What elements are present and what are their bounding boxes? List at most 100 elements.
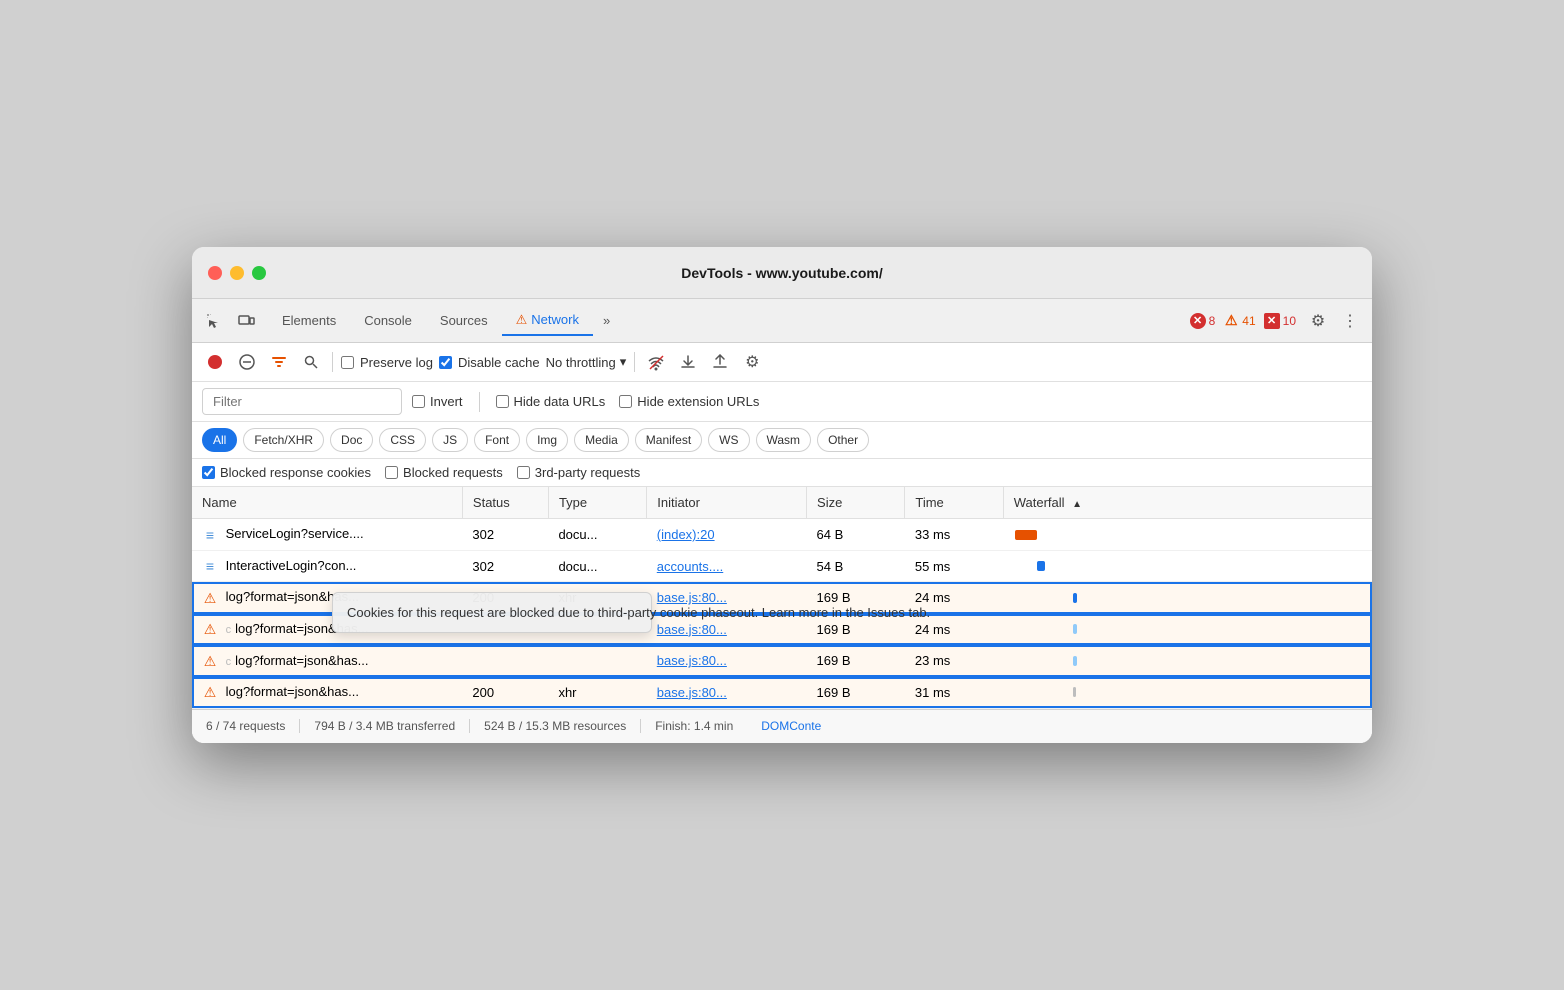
type-btn-css[interactable]: CSS [379, 428, 426, 452]
finish-time: Finish: 1.4 min [641, 719, 747, 733]
table-row[interactable]: ≡ ServiceLogin?service.... 302 docu... (… [192, 519, 1372, 551]
row-initiator[interactable]: (index):20 [647, 519, 807, 551]
row-type [548, 645, 646, 677]
tab-network[interactable]: ⚠Network [502, 306, 593, 336]
hide-data-urls-label[interactable]: Hide data URLs [496, 394, 606, 409]
filter-input-wrap [202, 388, 402, 415]
titlebar: DevTools - www.youtube.com/ [192, 247, 1372, 299]
table-row-warned[interactable]: ⚠ clog?format=json&has... base.js:80... … [192, 645, 1372, 677]
preserve-log-checkbox[interactable] [341, 356, 354, 369]
throttle-select[interactable]: No throttling ▾ [546, 354, 627, 370]
col-header-status[interactable]: Status [462, 487, 548, 519]
blocked-icon: ✕ [1264, 313, 1280, 329]
row-time: 55 ms [905, 550, 1003, 582]
row-waterfall [1003, 645, 1372, 677]
warning-icon: ⚠ [202, 622, 218, 638]
error-icon: ✕ [1190, 313, 1206, 329]
col-header-type[interactable]: Type [548, 487, 646, 519]
row-initiator[interactable]: accounts.... [647, 550, 807, 582]
row-status: 200 [462, 677, 548, 709]
cookie-block-tooltip: Cookies for this request are blocked due… [332, 592, 462, 614]
warning-icon: ⚠ [1223, 313, 1239, 329]
blocked-badge: ✕ 10 [1264, 313, 1296, 329]
export-btn[interactable] [707, 349, 733, 375]
search-btn[interactable] [298, 349, 324, 375]
error-badge: ✕ 8 [1190, 313, 1216, 329]
cursor-icon-btn[interactable] [200, 307, 228, 335]
disable-cache-checkbox[interactable] [439, 356, 452, 369]
waterfall-bar [1073, 656, 1077, 666]
type-btn-ws[interactable]: WS [708, 428, 749, 452]
col-header-name[interactable]: Name [192, 487, 462, 519]
tab-elements[interactable]: Elements [268, 307, 350, 334]
type-btn-media[interactable]: Media [574, 428, 629, 452]
tab-more[interactable]: » [593, 307, 620, 334]
blocked-requests-label[interactable]: Blocked requests [385, 465, 503, 480]
traffic-lights [208, 266, 266, 280]
type-btn-other[interactable]: Other [817, 428, 869, 452]
row-waterfall [1003, 614, 1372, 646]
table-row-warned[interactable]: ⚠ log?format=json&has... 200 xhr base.js… [192, 677, 1372, 709]
row-name: ≡ ServiceLogin?service.... [192, 519, 462, 551]
row-initiator[interactable]: base.js:80... [647, 645, 807, 677]
waterfall-bar [1073, 624, 1077, 634]
disable-cache-label[interactable]: Disable cache [439, 355, 540, 370]
warning-icon: ⚠ [202, 590, 218, 606]
maximize-button[interactable] [252, 266, 266, 280]
close-button[interactable] [208, 266, 222, 280]
preserve-log-label[interactable]: Preserve log [341, 355, 433, 370]
tab-console[interactable]: Console [350, 307, 426, 334]
type-btn-fetch-xhr[interactable]: Fetch/XHR [243, 428, 324, 452]
clear-btn[interactable] [234, 349, 260, 375]
waterfall-sort-icon: ▲ [1072, 499, 1082, 510]
blocked-cookies-checkbox[interactable] [202, 466, 215, 479]
hide-ext-urls-label[interactable]: Hide extension URLs [619, 394, 759, 409]
type-btn-img[interactable]: Img [526, 428, 568, 452]
waterfall-bar [1073, 593, 1077, 603]
network-settings-btn[interactable]: ⚙ [739, 349, 765, 375]
import-btn[interactable] [675, 349, 701, 375]
table-body: ≡ ServiceLogin?service.... 302 docu... (… [192, 519, 1372, 708]
row-initiator[interactable]: base.js:80... [647, 677, 807, 709]
type-btn-manifest[interactable]: Manifest [635, 428, 702, 452]
settings-icon-btn[interactable]: ⚙ [1304, 307, 1332, 335]
row-size: 54 B [807, 550, 905, 582]
more-options-btn[interactable]: ⋮ [1336, 307, 1364, 335]
stop-recording-btn[interactable] [202, 349, 228, 375]
type-btn-doc[interactable]: Doc [330, 428, 373, 452]
tab-badges: ✕ 8 ⚠ 41 ✕ 10 [1190, 313, 1296, 329]
type-btn-all[interactable]: All [202, 428, 237, 452]
tab-sources[interactable]: Sources [426, 307, 502, 334]
network-warning-icon: ⚠ [516, 312, 528, 327]
device-toolbar-btn[interactable] [232, 307, 260, 335]
type-btn-font[interactable]: Font [474, 428, 520, 452]
third-party-checkbox[interactable] [517, 466, 530, 479]
minimize-button[interactable] [230, 266, 244, 280]
blocked-cookies-label[interactable]: Blocked response cookies [202, 465, 371, 480]
row-type: xhr [548, 677, 646, 709]
invert-label[interactable]: Invert [412, 394, 463, 409]
col-header-initiator[interactable]: Initiator [647, 487, 807, 519]
type-btn-js[interactable]: JS [432, 428, 468, 452]
warning-icon: ⚠ [202, 653, 218, 669]
col-header-time[interactable]: Time [905, 487, 1003, 519]
wifi-icon-btn[interactable] [643, 349, 669, 375]
requests-count: 6 / 74 requests [206, 719, 300, 733]
third-party-label[interactable]: 3rd-party requests [517, 465, 641, 480]
tab-settings-icons: ⚙ ⋮ [1304, 307, 1364, 335]
filter-input[interactable] [202, 388, 402, 415]
hide-ext-urls-checkbox[interactable] [619, 395, 632, 408]
table-row-warned[interactable]: ⚠ log?format=json&has... Cookies for thi… [192, 582, 1372, 614]
filter-icon-btn[interactable] [266, 349, 292, 375]
hide-data-urls-checkbox[interactable] [496, 395, 509, 408]
toolbar-separator-2 [634, 352, 635, 372]
type-btn-wasm[interactable]: Wasm [756, 428, 812, 452]
col-header-size[interactable]: Size [807, 487, 905, 519]
table-row[interactable]: ≡ InteractiveLogin?con... 302 docu... ac… [192, 550, 1372, 582]
row-waterfall [1003, 519, 1372, 551]
row-type: docu... [548, 519, 646, 551]
blocked-requests-checkbox[interactable] [385, 466, 398, 479]
c-prefix: c [226, 624, 232, 636]
invert-checkbox[interactable] [412, 395, 425, 408]
col-header-waterfall[interactable]: Waterfall ▲ [1003, 487, 1372, 519]
